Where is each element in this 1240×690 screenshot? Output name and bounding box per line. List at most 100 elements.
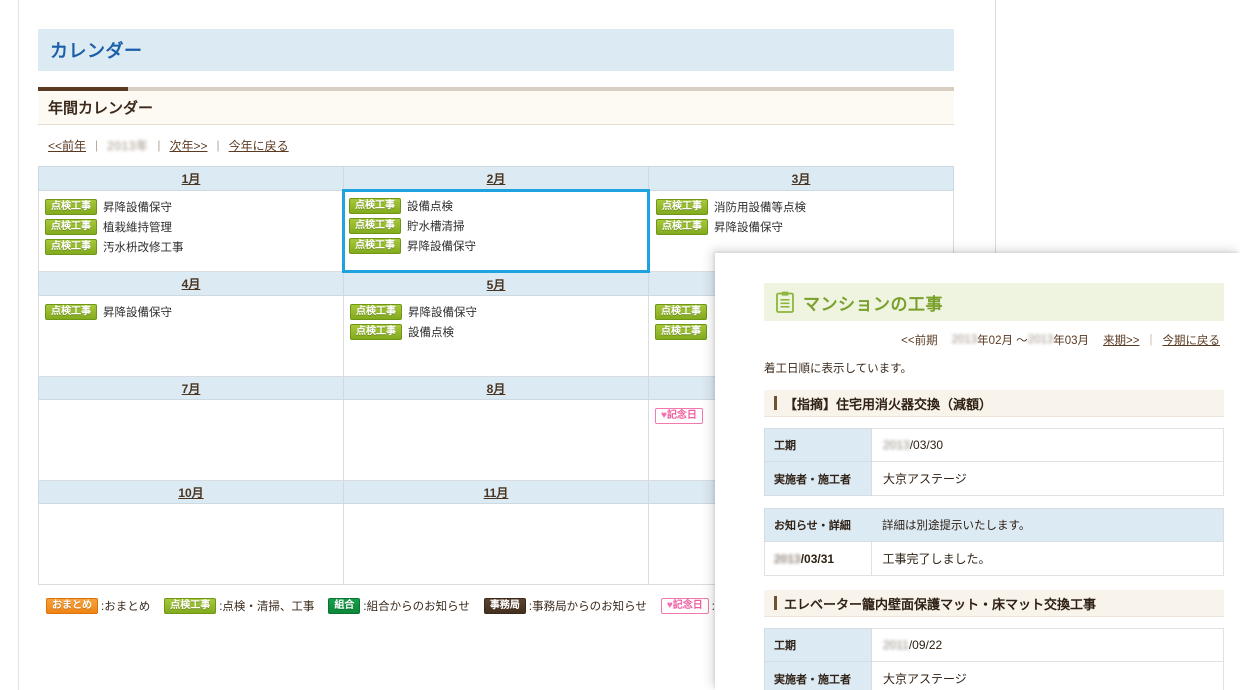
legend-text: :点検・清掃、工事 — [219, 601, 315, 613]
work-notice-table: お知らせ・詳細 詳細は別途提示いたします。 2013/03/31 工事完了しました。 — [764, 508, 1224, 576]
month-link[interactable]: 10月 — [178, 486, 203, 500]
calendar-event[interactable]: 点検工事 昇降設備保守 — [349, 238, 643, 254]
calendar-event[interactable]: 点検工事 設備点検 — [350, 324, 642, 340]
badge-kensa: 点検工事 — [164, 598, 217, 614]
legend-item: 点検工事:点検・清掃、工事 — [164, 598, 314, 614]
section-title: 年間カレンダー — [48, 100, 154, 117]
work-notice-value: 工事完了しました。 — [870, 541, 1224, 576]
work-item-header: 【指摘】住宅用消火器交換（減額） — [764, 390, 1224, 417]
badge-kensa: 点検工事 — [349, 198, 401, 214]
calendar-event[interactable]: 点検工事 貯水槽清掃 — [349, 218, 643, 234]
event-label: 消防用設備等点検 — [714, 202, 806, 214]
construction-title: マンションの工事 — [803, 294, 943, 314]
work-detail-row: 実施者・施工者 大京アステージ — [764, 461, 1224, 496]
badge-kensa: 点検工事 — [45, 199, 97, 215]
month-header-2月[interactable]: 2月 — [343, 166, 649, 191]
prev-period-link[interactable]: <<前期 — [901, 332, 937, 348]
work-detail-label: 工期 — [764, 428, 872, 462]
badge-kensa: 点検工事 — [45, 304, 97, 320]
month-link[interactable]: 3月 — [792, 172, 811, 186]
period-nav-separator: | — [1149, 334, 1153, 346]
redacted-year: 2013 — [774, 551, 801, 566]
construction-title-bar: マンションの工事 — [764, 283, 1224, 321]
badge-kensa: 点検工事 — [349, 218, 401, 234]
badge-label: 記念日 — [666, 410, 697, 421]
work-detail-row: 実施者・施工者 大京アステージ — [764, 661, 1224, 690]
work-notice-value: 詳細は別途提示いたします。 — [871, 508, 1224, 542]
calendar-event[interactable]: 点検工事 昇降設備保守 — [350, 304, 642, 320]
calendar-event[interactable]: 点検工事 汚水枡改修工事 — [45, 239, 336, 255]
range-month-from: 年02月 ～ — [977, 335, 1028, 347]
month-link[interactable]: 5月 — [487, 278, 506, 292]
section-header: 年間カレンダー — [38, 87, 954, 125]
calendar-event[interactable]: 点検工事 昇降設備保守 — [45, 304, 337, 320]
month-header-7月[interactable]: 7月 — [38, 376, 344, 400]
current-year-label: 2013年 — [107, 138, 149, 153]
badge-omatome: おまとめ — [46, 598, 98, 614]
badge-kensa: 点検工事 — [655, 304, 707, 320]
month-cell-4月[interactable]: 点検工事 昇降設備保守 — [38, 295, 344, 377]
month-header-11月[interactable]: 11月 — [343, 480, 649, 504]
event-label: 昇降設備保守 — [103, 307, 172, 319]
month-link[interactable]: 8月 — [487, 382, 506, 396]
month-cell-2月[interactable]: 点検工事 設備点検 点検工事 貯水槽清掃 点検工事 昇降設備保守 — [342, 189, 650, 273]
work-notice-row: 2013/03/31 工事完了しました。 — [764, 541, 1224, 576]
month-link[interactable]: 2月 — [487, 172, 506, 186]
range-year-from: 2013 — [951, 334, 978, 346]
legend-text: :組合からのお知らせ — [363, 601, 470, 613]
construction-window: マンションの工事 <<前期 2013 年02月 ～ 2013 年03月 来期>>… — [715, 253, 1240, 690]
month-header-5月[interactable]: 5月 — [343, 271, 649, 296]
legend-item: 組合:組合からのお知らせ — [328, 598, 470, 614]
badge-kensa: 点検工事 — [655, 324, 707, 340]
month-link[interactable]: 7月 — [182, 382, 201, 396]
work-notice-row: お知らせ・詳細 詳細は別途提示いたします。 — [764, 508, 1224, 542]
back-to-period-link[interactable]: 今期に戻る — [1163, 332, 1221, 348]
month-header-3月[interactable]: 3月 — [648, 166, 954, 191]
range-month-to: 年03月 — [1053, 335, 1090, 347]
calendar-header-row: 1月 2月 3月 — [38, 166, 954, 191]
calendar-event[interactable]: 点検工事 消防用設備等点検 — [656, 199, 947, 215]
month-link[interactable]: 1月 — [182, 172, 201, 186]
month-cell-8月[interactable] — [343, 399, 649, 481]
next-year-link[interactable]: 次年>> — [169, 137, 207, 154]
prev-year-link[interactable]: <<前年 — [48, 137, 86, 154]
month-header-8月[interactable]: 8月 — [343, 376, 649, 400]
redacted-year: 2011 — [883, 638, 909, 652]
event-label: 昇降設備保守 — [103, 202, 172, 214]
event-label: 植栽維持管理 — [103, 222, 172, 234]
month-header-1月[interactable]: 1月 — [38, 166, 344, 191]
clipboard-icon — [776, 291, 794, 313]
badge-kumiai: 組合 — [328, 598, 361, 614]
legend-text: :事務局からのお知らせ — [528, 601, 647, 613]
badge-kinenbi: ♥記念日 — [655, 408, 703, 424]
nav-separator-3: | — [216, 138, 220, 152]
month-cell-1月[interactable]: 点検工事 昇降設備保守 点検工事 植栽維持管理 点検工事 汚水枡改修工事 — [38, 190, 344, 272]
calendar-event[interactable]: 点検工事 植栽維持管理 — [45, 219, 336, 235]
back-to-this-year-link[interactable]: 今年に戻る — [229, 137, 289, 154]
calendar-event[interactable]: 点検工事 昇降設備保守 — [656, 219, 947, 235]
month-header-10月[interactable]: 10月 — [38, 480, 344, 504]
legend-item: 事務局:事務局からのお知らせ — [483, 598, 647, 614]
work-detail-row: 工期 2013/03/30 — [764, 428, 1224, 462]
month-cell-7月[interactable] — [38, 399, 344, 481]
month-header-4月[interactable]: 4月 — [38, 271, 344, 296]
work-detail-value: 大京アステージ — [871, 661, 1224, 690]
month-link[interactable]: 4月 — [182, 277, 201, 291]
month-link[interactable]: 11月 — [484, 486, 509, 500]
event-label: 昇降設備保守 — [714, 222, 783, 234]
work-item-title: エレベーター籠内壁面保護マット・床マット交換工事 — [784, 596, 1097, 612]
work-notice-label: お知らせ・詳細 — [764, 508, 871, 542]
month-cell-5月[interactable]: 点検工事 昇降設備保守 点検工事 設備点検 — [343, 295, 649, 377]
screenshot-root: カレンダー 年間カレンダー <<前年 | 2013年 | 次年>> | 今年に戻… — [0, 0, 1240, 690]
month-cell-10月[interactable] — [38, 503, 344, 585]
calendar-event[interactable]: 点検工事 昇降設備保守 — [45, 199, 336, 215]
calendar-event[interactable]: 点検工事 設備点検 — [349, 198, 643, 214]
event-label: 汚水枡改修工事 — [103, 242, 184, 254]
work-notice-label: 2013/03/31 — [764, 541, 872, 576]
badge-kensa: 点検工事 — [350, 324, 402, 340]
badge-label: 記念日 — [672, 600, 703, 611]
next-period-link[interactable]: 来期>> — [1103, 332, 1139, 348]
work-detail-label: 実施者・施工者 — [764, 461, 872, 496]
month-cell-11月[interactable] — [343, 503, 649, 585]
badge-kensa: 点検工事 — [45, 219, 97, 235]
